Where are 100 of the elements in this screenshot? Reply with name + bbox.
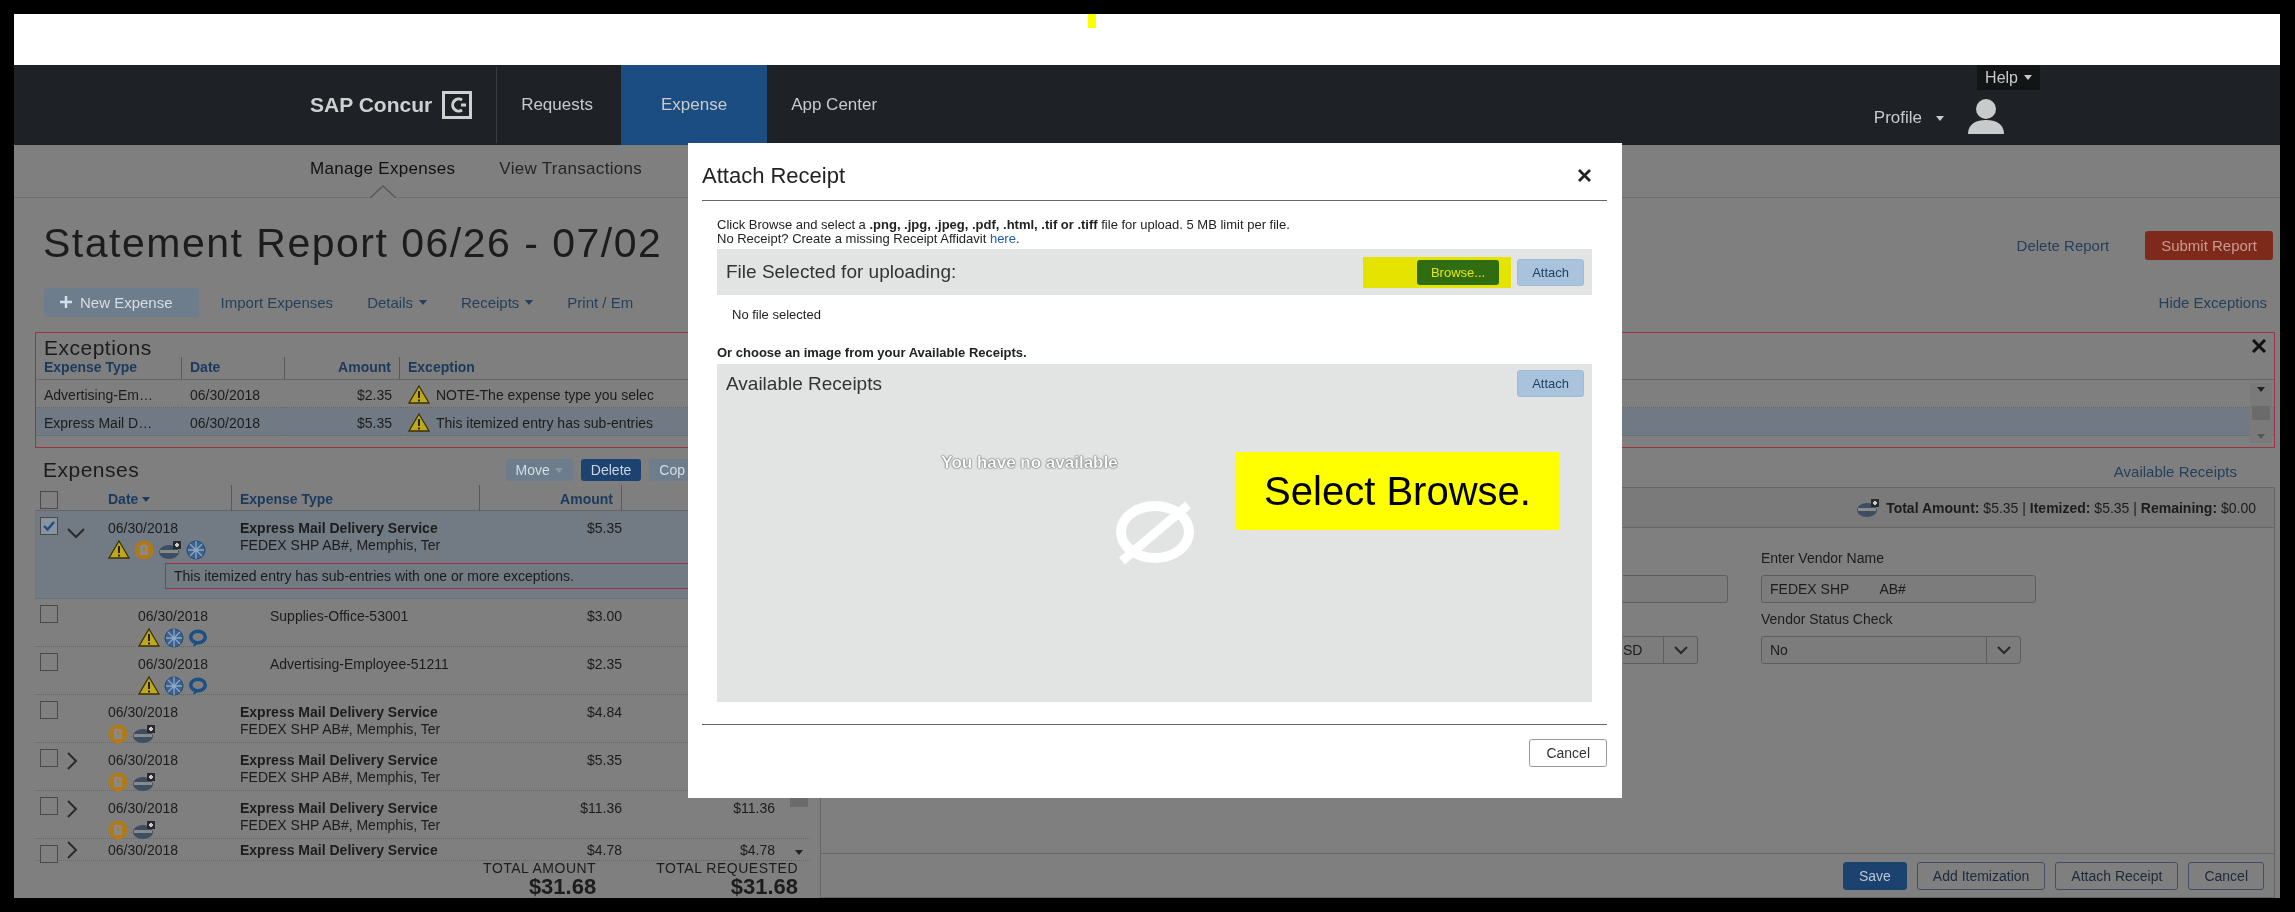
chevron-down-icon [1673, 645, 1688, 655]
scroll-down-icon [2257, 434, 2265, 439]
card-icon [1856, 497, 1881, 518]
choose-text: Or choose an image from your Available Receipts. [716, 345, 1028, 360]
checkbox[interactable] [40, 797, 58, 815]
browse-button[interactable]: Browse... [1416, 259, 1500, 285]
warning-icon [138, 676, 160, 695]
receipt-icon [134, 540, 154, 560]
expense-type-text: Express Mail Delivery Service [240, 842, 439, 859]
date-text: 06/30/2018 [108, 752, 180, 769]
vendor-text: FEDEX SHP AB#, Memphis, Ter [240, 769, 442, 786]
chevron-right-icon[interactable] [67, 800, 78, 818]
toolbar-menu[interactable]: Details [367, 293, 427, 311]
column-header: Date [182, 357, 285, 380]
nav-tab[interactable]: Requests [497, 65, 617, 145]
toolbar-menu[interactable]: Receipts [461, 293, 534, 311]
vendor-status-select[interactable]: No [1761, 636, 2021, 664]
globe-icon [186, 540, 206, 560]
expense-type-text: Express Mail Delivery Service [240, 752, 439, 769]
card-icon [132, 772, 156, 792]
chevron-right-icon[interactable] [67, 752, 78, 770]
card-icon [132, 820, 156, 840]
checkbox[interactable] [40, 605, 58, 623]
dialog-title: Attach Receipt [702, 162, 846, 189]
form-button[interactable]: Add Itemization [1916, 861, 2046, 890]
receipt-icon [108, 772, 128, 792]
action-button[interactable]: Delete [580, 459, 642, 481]
card-icon [132, 724, 156, 744]
exception-text: NOTE-The expense type you selec [436, 386, 654, 403]
checkbox[interactable] [40, 517, 58, 535]
chevron-right-icon[interactable] [67, 841, 78, 859]
profile-menu[interactable]: Profile [1867, 103, 1950, 133]
scrollbar[interactable] [2250, 383, 2272, 443]
active-indicator-icon [369, 185, 396, 198]
checkbox[interactable] [40, 701, 58, 719]
expense-row[interactable]: 06/30/2018 Express Mail Delivery Service $4.78 $4.78 [35, 839, 810, 861]
card-icon [158, 540, 182, 560]
sort-icon [142, 496, 151, 502]
date-text: 06/30/2018 [138, 608, 210, 625]
close-icon[interactable] [1578, 169, 1591, 182]
column-header: Amount [285, 357, 400, 380]
receipt-icon [108, 820, 128, 840]
affidavit-link[interactable]: here [989, 231, 1016, 246]
file-status-text: No file selected [732, 307, 821, 322]
plus-icon [60, 296, 72, 308]
chevron-down-icon[interactable] [67, 528, 85, 539]
input-field[interactable] [1623, 575, 1728, 603]
form-button[interactable]: Cancel [2188, 861, 2264, 890]
chat-icon [188, 628, 208, 648]
warning-icon [138, 628, 160, 647]
caret-icon [554, 467, 563, 473]
subnav-tab[interactable]: Manage Expenses [310, 145, 456, 197]
amount-text: $11.36 [579, 800, 622, 817]
summary-text: Total Amount: $5.35 | Itemized: $5.35 | Remaining: $0.00 [1886, 499, 2256, 516]
expense-type-text: Express Mail Delivery Service [240, 704, 439, 721]
cancel-button[interactable]: Cancel [1529, 739, 1607, 767]
instruction-text: Click Browse and select a .png, .jpg, .jpeg, .pdf, .html, .tif or .tiff file for upload. 5 MB limit per file. [716, 216, 1291, 234]
warning-icon [408, 385, 430, 404]
globe-icon [164, 676, 184, 696]
vendor-name-field[interactable]: FEDEX SHP AB# [1761, 575, 2036, 603]
checkbox[interactable] [40, 491, 58, 509]
date-text: 06/30/2018 [108, 800, 180, 817]
highlight-mark [1088, 14, 1096, 28]
toolbar-link[interactable]: Print / Em [567, 293, 634, 311]
submit-report-button[interactable]: Submit Report [2145, 230, 2273, 260]
toolbar-link[interactable]: Import Expenses [220, 293, 334, 311]
amount-text: $2.35 [585, 656, 622, 673]
amount-text: $5.35 [585, 520, 622, 537]
nav-tab[interactable]: App Center [767, 65, 902, 145]
expense-type-text: Advertising-Employee-51211 [270, 656, 450, 673]
nav-tab[interactable]: Expense [620, 65, 768, 145]
form-button[interactable]: Attach Receipt [2055, 861, 2179, 890]
amount-text: $11.36 [732, 800, 775, 817]
checkbox[interactable] [40, 845, 58, 863]
date-text: 06/30/2018 [108, 704, 180, 721]
subnav-tab[interactable]: View Transactions [499, 145, 643, 197]
annotation-callout: Select Browse. [1235, 452, 1560, 530]
caret-icon [1936, 115, 1944, 121]
amount-text: $3.00 [585, 608, 622, 625]
hide-exceptions-link[interactable]: Hide Exceptions [2158, 293, 2267, 311]
currency-select[interactable]: SD [1623, 636, 1698, 664]
caret-icon [2024, 75, 2032, 80]
vendor-text: FEDEX SHP AB#, Memphis, Ter [240, 817, 442, 834]
report-title: Statement Report 06/26 - 07/02 [43, 219, 663, 267]
available-receipts-link[interactable]: Available Receipts [2113, 462, 2237, 480]
warning-icon [108, 540, 130, 559]
chevron-down-icon [1996, 645, 2011, 655]
amount-text: $4.84 [585, 704, 622, 721]
delete-report-link[interactable]: Delete Report [2016, 236, 2110, 254]
chat-icon [188, 676, 208, 696]
help-menu[interactable]: Help [1977, 65, 2040, 90]
total-label: TOTAL REQUESTED [656, 861, 798, 876]
checkbox[interactable] [40, 653, 58, 671]
checkbox[interactable] [40, 749, 58, 767]
total-value: $31.68 [730, 876, 798, 898]
globe-icon [164, 628, 184, 648]
affidavit-text: No Receipt? Create a missing Receipt Affidavit here. [716, 231, 1021, 248]
form-button[interactable]: Save [1842, 861, 1907, 890]
caret-icon [525, 299, 534, 305]
avatar-icon[interactable] [1967, 98, 2005, 134]
